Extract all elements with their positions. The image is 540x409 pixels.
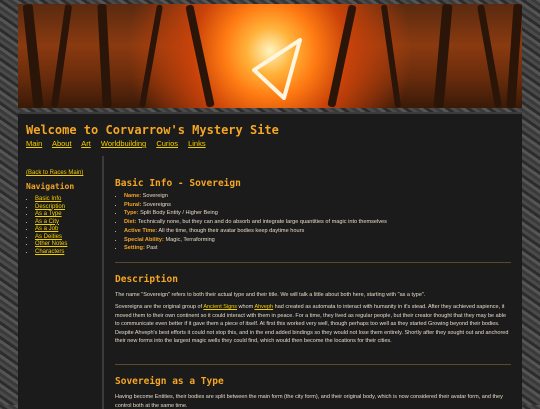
sidebar-list-item: Basic Info (35, 196, 67, 204)
top-nav: Main About Art Worldbuilding Curios Link… (26, 139, 214, 148)
info-row: Diet: Technically none, but they can and… (124, 218, 519, 227)
ahveph-link[interactable]: Ahveph (254, 304, 273, 310)
basic-info-list: Name: Sovereign Plural: Sovereigns Type:… (115, 192, 519, 253)
description-paragraph-1: The name "Sovereign" refers to both thei… (115, 292, 426, 298)
sidebar-item-other-notes[interactable]: Other Notes (35, 241, 67, 247)
main-content: Basic Info - Sovereign Name: Sovereign P… (104, 156, 522, 409)
sidebar: (Back to Races Main) Navigation Basic In… (18, 156, 104, 409)
page-frame: Welcome to Corvarrow's Mystery Site Main… (18, 4, 522, 409)
sidebar-item-characters[interactable]: Characters (35, 249, 64, 255)
info-row: Name: Sovereign (124, 192, 519, 201)
info-value: Technically none, but they can and do ab… (136, 219, 387, 226)
info-row: Plural: Sovereigns (124, 201, 519, 210)
sidebar-item-as-deities[interactable]: As Deities (35, 234, 62, 240)
paragraph-text: Sovereigns are the original group of (115, 304, 204, 310)
sidebar-list-item: Description (35, 204, 67, 212)
info-row: Setting: Past (124, 244, 519, 253)
nav-curios[interactable]: Curios (156, 139, 178, 148)
description-heading: Description (115, 274, 178, 285)
sidebar-list-item: Characters (35, 249, 67, 257)
info-value: Sovereign (141, 193, 168, 199)
info-label: Plural: (124, 201, 142, 208)
info-row: Type: Split Body Entity / Higher Being (124, 209, 519, 218)
paragraph-text: had created as automata to interact with… (115, 304, 509, 345)
sidebar-item-description[interactable]: Description (35, 204, 65, 210)
sidebar-list-item: As a Job (35, 226, 67, 234)
info-value: Magic, Terraforming (163, 236, 215, 243)
sidebar-list-item: As a Type (35, 211, 67, 219)
site-title: Welcome to Corvarrow's Mystery Site (26, 123, 279, 137)
sidebar-heading: Navigation (26, 182, 75, 191)
paragraph-text: whom (237, 304, 255, 310)
nav-links[interactable]: Links (188, 139, 206, 148)
back-to-races-link[interactable]: (Back to Races Main) (26, 170, 83, 176)
info-label: Diet: (124, 219, 137, 226)
info-row: Special Ability: Magic, Terraforming (124, 236, 519, 245)
info-label: Special Ability: (124, 236, 164, 243)
sidebar-list-item: As Deities (35, 234, 67, 242)
sidebar-item-basic-info[interactable]: Basic Info (35, 196, 61, 202)
header-banner-image (18, 4, 522, 108)
glowing-triangle-icon (252, 38, 302, 100)
nav-main[interactable]: Main (26, 139, 42, 148)
sidebar-list-item: As a City (35, 219, 67, 227)
sidebar-nav-list: Basic Info Description As a Type As a Ci… (26, 196, 67, 256)
info-value: Sovereigns (141, 201, 171, 208)
site-header: Welcome to Corvarrow's Mystery Site Main… (18, 112, 522, 158)
info-value: Split Body Entity / Higher Being (138, 210, 218, 217)
basic-info-heading: Basic Info - Sovereign (115, 178, 241, 189)
info-label: Active Time: (124, 227, 158, 234)
sidebar-item-as-a-job[interactable]: As a Job (35, 226, 58, 232)
info-label: Name: (124, 193, 142, 199)
info-value: All the time, though their avatar bodies… (157, 227, 305, 234)
sidebar-list-item: Other Notes (35, 241, 67, 249)
sidebar-item-as-a-city[interactable]: As a City (35, 219, 59, 225)
info-row: Active Time: All the time, though their … (124, 227, 519, 236)
description-paragraph-2: Sovereigns are the original group of Anc… (115, 303, 510, 346)
nav-art[interactable]: Art (81, 139, 91, 148)
as-type-heading: Sovereign as a Type (115, 376, 224, 387)
nav-about[interactable]: About (52, 139, 72, 148)
info-value: Past (144, 245, 158, 252)
section-divider (115, 364, 511, 365)
info-label: Type: (124, 210, 139, 217)
nav-worldbuilding[interactable]: Worldbuilding (101, 139, 146, 148)
info-label: Setting: (124, 245, 145, 252)
as-type-paragraph-1: Having become Entities, their bodies are… (115, 394, 503, 409)
sidebar-item-as-a-type[interactable]: As a Type (35, 211, 62, 217)
ancient-signs-link[interactable]: Ancient Signs (203, 304, 237, 310)
section-divider (115, 262, 511, 263)
